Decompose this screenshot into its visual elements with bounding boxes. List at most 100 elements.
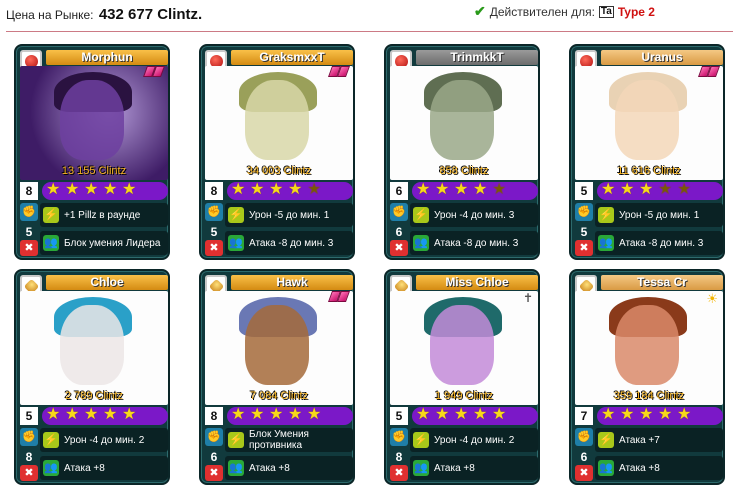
lightning-icon: ⚡ [413, 207, 429, 223]
damage-icon: ✖ [575, 465, 593, 481]
ability-row: ⚡ Урон -5 до мин. 1 [225, 203, 353, 227]
power-value: 5 [390, 407, 408, 425]
character-card[interactable]: TrinmkkT 858 Clintz 6 ★ ★ ★ ★ ★ ✊ 6 ✖ ⚡ Урон… [384, 44, 540, 260]
star-icon: ★ [435, 406, 450, 423]
card-price: 13 155 Clintz [61, 165, 127, 177]
stars-bar: ★ ★ ★ ★ ★ [227, 181, 353, 200]
card-name: Morphun [46, 50, 168, 65]
star-icon: ★ [231, 181, 246, 198]
clan-bonus-badge [697, 66, 721, 77]
bonus-row: 👥 Атака +8 [40, 456, 168, 480]
star-icon: ★ [601, 181, 616, 198]
card-price: 7 084 Clintz [249, 390, 309, 402]
stars-bar: ★ ★ ★ ★ ★ [42, 181, 168, 200]
damage-icon: ✖ [390, 465, 408, 481]
stars-bar: ★ ★ ★ ★ ★ [597, 181, 723, 200]
damage-icon: ✖ [205, 465, 223, 481]
star-icon: ★ [492, 181, 507, 198]
market-price-label: Цена на Рынке: [6, 8, 94, 22]
star-icon: ★ [658, 181, 673, 198]
power-value: 6 [390, 182, 408, 200]
ability-text: Блок Умения противника [249, 429, 309, 451]
stars-bar: ★ ★ ★ ★ ★ [597, 406, 723, 425]
market-price: Цена на Рынке: 432 677 Clintz. [6, 6, 202, 23]
stars-bar: ★ ★ ★ ★ ★ [42, 406, 168, 425]
character-portrait: 7 084 Clintz [205, 291, 353, 405]
star-icon: ★ [103, 406, 118, 423]
character-card[interactable]: Miss Chloe 1 949 Clintz ✝ 5 ★ ★ ★ ★ ★ ✊ 8 ✖ … [384, 269, 540, 485]
star-icon: ★ [454, 406, 469, 423]
character-card[interactable]: Tessa Cr 359 184 Clintz ☀ 7 ★ ★ ★ ★ ★ ✊ 6 ✖ … [569, 269, 725, 485]
star-icon: ★ [454, 181, 469, 198]
card-name: Chloe [46, 275, 168, 290]
bonus-text: Атака -8 до мин. 3 [434, 237, 519, 249]
level-stars: 6 ★ ★ ★ ★ ★ [390, 181, 538, 200]
star-icon: ★ [620, 406, 635, 423]
stars-bar: ★ ★ ★ ★ ★ [227, 406, 353, 425]
star-icon: ★ [65, 406, 80, 423]
bonus-text: Атака -8 до мин. 3 [249, 237, 334, 249]
level-stars: 8 ★ ★ ★ ★ ★ [20, 181, 168, 200]
character-portrait: 359 184 Clintz [575, 291, 723, 405]
star-icon: ★ [416, 406, 431, 423]
ability-row: ⚡ Урон -4 до мин. 2 [40, 428, 168, 452]
bonus-text: Атака +8 [619, 462, 660, 474]
damage-icon: ✖ [205, 240, 223, 256]
clan-bonus-badge [327, 66, 351, 77]
star-icon: ★ [677, 406, 692, 423]
ability-text: Урон -4 до мин. 2 [434, 434, 515, 446]
type-icon: Ta [598, 5, 614, 18]
card-price: 11 616 Clintz [617, 165, 681, 177]
header-divider [6, 31, 733, 32]
damage-value: 6 [395, 225, 403, 239]
star-icon: ★ [269, 406, 284, 423]
ability-text: Урон -5 до мин. 1 [249, 209, 330, 221]
character-card[interactable]: Morphun 13 155 Clintz 8 ★ ★ ★ ★ ★ ✊ 5 ✖ ⚡ +1… [14, 44, 170, 260]
star-icon: ★ [307, 181, 322, 198]
star-icon: ★ [677, 181, 692, 198]
damage-value: 8 [395, 450, 403, 464]
validity-label: Действителен для: [489, 4, 595, 19]
lightning-icon: ⚡ [413, 432, 429, 448]
card-name: GraksmxxT [231, 50, 353, 65]
level-stars: 5 ★ ★ ★ ★ ★ [575, 181, 723, 200]
star-icon: ★ [84, 406, 99, 423]
ability-row: ⚡ Урон -4 до мин. 2 [410, 428, 538, 452]
star-icon: ★ [288, 406, 303, 423]
level-stars: 8 ★ ★ ★ ★ ★ [205, 406, 353, 425]
character-card[interactable]: Hawk 7 084 Clintz 8 ★ ★ ★ ★ ★ ✊ 6 ✖ ⚡ Блок У… [199, 269, 355, 485]
validity-info: ✔ Действителен для: Ta Type 2 [474, 3, 655, 20]
star-icon: ★ [473, 181, 488, 198]
star-icon: ★ [122, 406, 137, 423]
card-price: 359 184 Clintz [613, 390, 685, 402]
ability-text: Урон -5 до мин. 1 [619, 209, 700, 221]
power-icon: ✊ [575, 428, 593, 446]
star-icon: ★ [601, 406, 616, 423]
clan-bonus-icon: 👥 [43, 460, 59, 476]
damage-value: 8 [25, 450, 33, 464]
clan-bonus-icon: 👥 [413, 235, 429, 251]
character-card[interactable]: GraksmxxT 34 003 Clintz 8 ★ ★ ★ ★ ★ ✊ 5 ✖ ⚡ … [199, 44, 355, 260]
bonus-row: 👥 Атака -8 до мин. 3 [225, 231, 353, 255]
star-icon: ★ [122, 181, 137, 198]
character-card[interactable]: Chloe 2 789 Clintz 5 ★ ★ ★ ★ ★ ✊ 8 ✖ ⚡ Урон … [14, 269, 170, 485]
ability-row: ⚡ Урон -5 до мин. 1 [595, 203, 723, 227]
ability-row: ⚡ +1 Pillz в раунде [40, 203, 168, 227]
bonus-text: Атака +8 [434, 462, 475, 474]
lightning-icon: ⚡ [598, 207, 614, 223]
power-icon: ✊ [20, 203, 38, 221]
character-card[interactable]: Uranus 11 616 Clintz 5 ★ ★ ★ ★ ★ ✊ 5 ✖ ⚡ Уро… [569, 44, 725, 260]
card-name: Tessa Cr [601, 275, 723, 290]
damage-icon: ✖ [575, 240, 593, 256]
damage-value: 5 [580, 225, 588, 239]
market-header: Цена на Рынке: 432 677 Clintz. ✔ Действи… [6, 2, 733, 24]
type-value[interactable]: Type 2 [618, 5, 655, 19]
star-icon: ★ [231, 406, 246, 423]
card-grid: Morphun 13 155 Clintz 8 ★ ★ ★ ★ ★ ✊ 5 ✖ ⚡ +1… [14, 44, 726, 494]
ability-text: +1 Pillz в раунде [64, 209, 141, 221]
power-icon: ✊ [205, 428, 223, 446]
lightning-icon: ⚡ [598, 432, 614, 448]
bonus-row: 👥 Атака +8 [225, 456, 353, 480]
lightning-icon: ⚡ [43, 207, 59, 223]
damage-value: 5 [25, 225, 33, 239]
